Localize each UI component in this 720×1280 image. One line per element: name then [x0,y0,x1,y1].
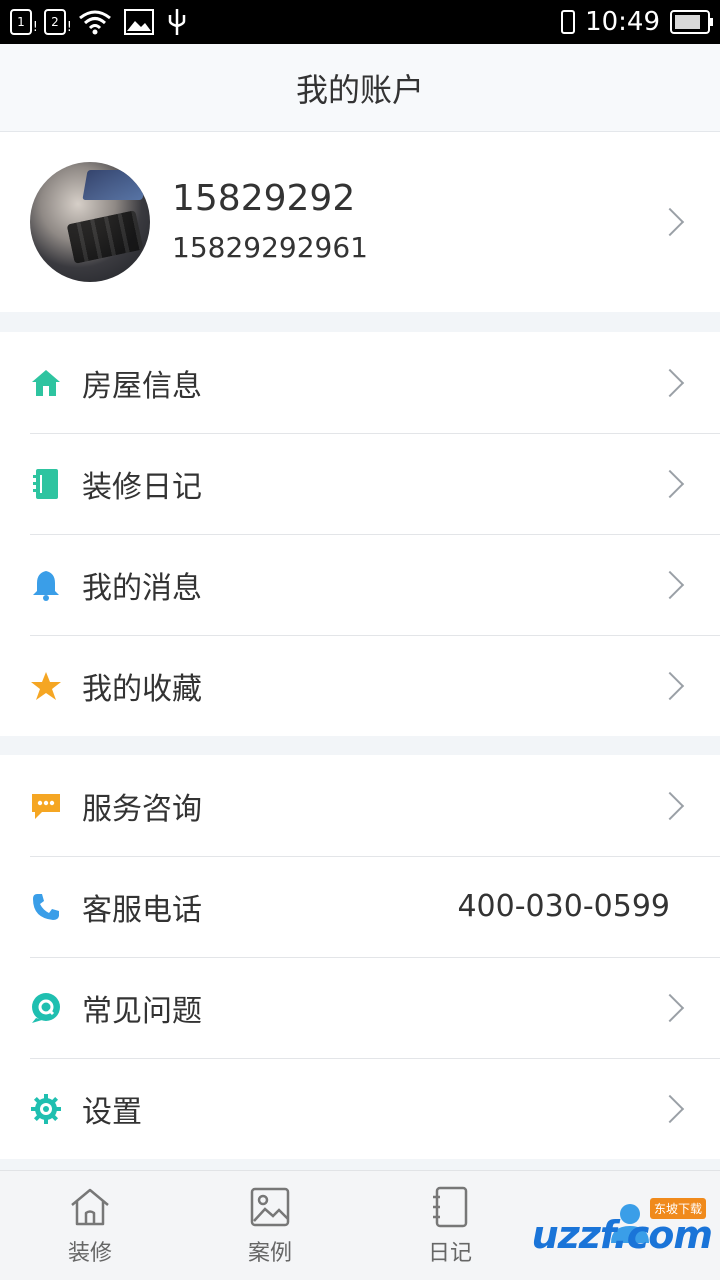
avatar-photo-screen [82,170,148,200]
menu-item-label: 我的收藏 [82,671,202,707]
phone-icon [30,891,62,923]
menu-item-label: 我的消息 [82,570,202,606]
home-tab-icon [71,1188,109,1225]
image-notification-icon [124,9,154,35]
battery-icon [670,10,713,34]
chevron-right-icon [655,469,685,498]
header: 我的账户 [0,44,720,132]
status-right: 10:49 [561,7,713,37]
sim1-icon: 1 [10,9,38,35]
sim2-icon: 2 [44,9,72,35]
chevron-right-icon [655,1094,685,1123]
watermark-text: uzzf.com [531,1213,713,1257]
chevron-right-icon [655,368,685,397]
tab-label: 案例 [247,1240,292,1266]
menu-item-label: 服务咨询 [82,791,202,827]
chevron-right-icon [655,570,685,599]
profile-name: 15829292 [172,178,356,219]
menu-item-customer-phone[interactable]: 客服电话 400-030-0599 [0,856,720,957]
diary-tab-icon [433,1186,468,1227]
sim2-label: 2 [51,15,59,29]
tab-label: 装修 [67,1240,112,1266]
profile-text: 15829292 15829292961 [172,175,690,269]
watermark-badge: 东坡下载 [649,1198,706,1219]
tab-label: 日记 [427,1240,472,1266]
bell-icon [30,569,62,601]
menu-item-label: 客服电话 [82,892,202,928]
menu-item-label: 装修日记 [82,469,202,505]
notebook-icon [30,468,62,500]
image-tab-icon [250,1187,290,1226]
customer-phone-number[interactable]: 400-030-0599 [457,889,670,924]
menu-item-service-consult[interactable]: 服务咨询 [0,755,720,856]
menu-item-renovation-diary[interactable]: 装修日记 [0,433,720,534]
status-left: 1 2 [10,7,188,37]
menu-item-label: 房屋信息 [82,368,202,404]
menu-item-my-messages[interactable]: 我的消息 [0,534,720,635]
chevron-right-icon [655,791,685,820]
status-bar: 1 2 10:49 [0,0,720,44]
gear-icon [30,1093,62,1125]
wifi-icon [79,10,111,35]
tab-diary[interactable]: 日记 [360,1171,540,1280]
avatar[interactable] [30,162,150,282]
watermark-logo: uzzf.com 东坡下载 [531,1198,713,1262]
vibrate-icon [561,10,576,34]
faq-icon [30,992,62,1024]
page-title: 我的账户 [295,70,424,109]
profile-card[interactable]: 15829292 15829292961 [0,132,720,312]
profile-phone: 15829292961 [172,231,368,264]
menu-group-service: 服务咨询 客服电话 400-030-0599 常见问题 设置 [0,755,720,1159]
menu-item-my-favorites[interactable]: 我的收藏 [0,635,720,736]
house-icon [30,367,62,399]
tab-renovation[interactable]: 装修 [0,1171,180,1280]
menu-item-settings[interactable]: 设置 [0,1058,720,1159]
status-time: 10:49 [585,7,660,37]
menu-group-account: 房屋信息 装修日记 我的消息 我的收藏 [0,332,720,736]
menu-item-faq[interactable]: 常见问题 [0,957,720,1058]
usb-icon [168,9,186,35]
menu-item-house-info[interactable]: 房屋信息 [0,332,720,433]
star-icon [30,670,62,702]
chevron-right-icon [655,671,685,700]
sim1-label: 1 [17,15,25,29]
menu-item-label: 常见问题 [82,993,202,1029]
avatar-photo-keys [66,210,144,264]
menu-item-label: 设置 [82,1094,142,1130]
tab-cases[interactable]: 案例 [180,1171,360,1280]
chat-icon [30,790,62,822]
chevron-right-icon [655,993,685,1022]
